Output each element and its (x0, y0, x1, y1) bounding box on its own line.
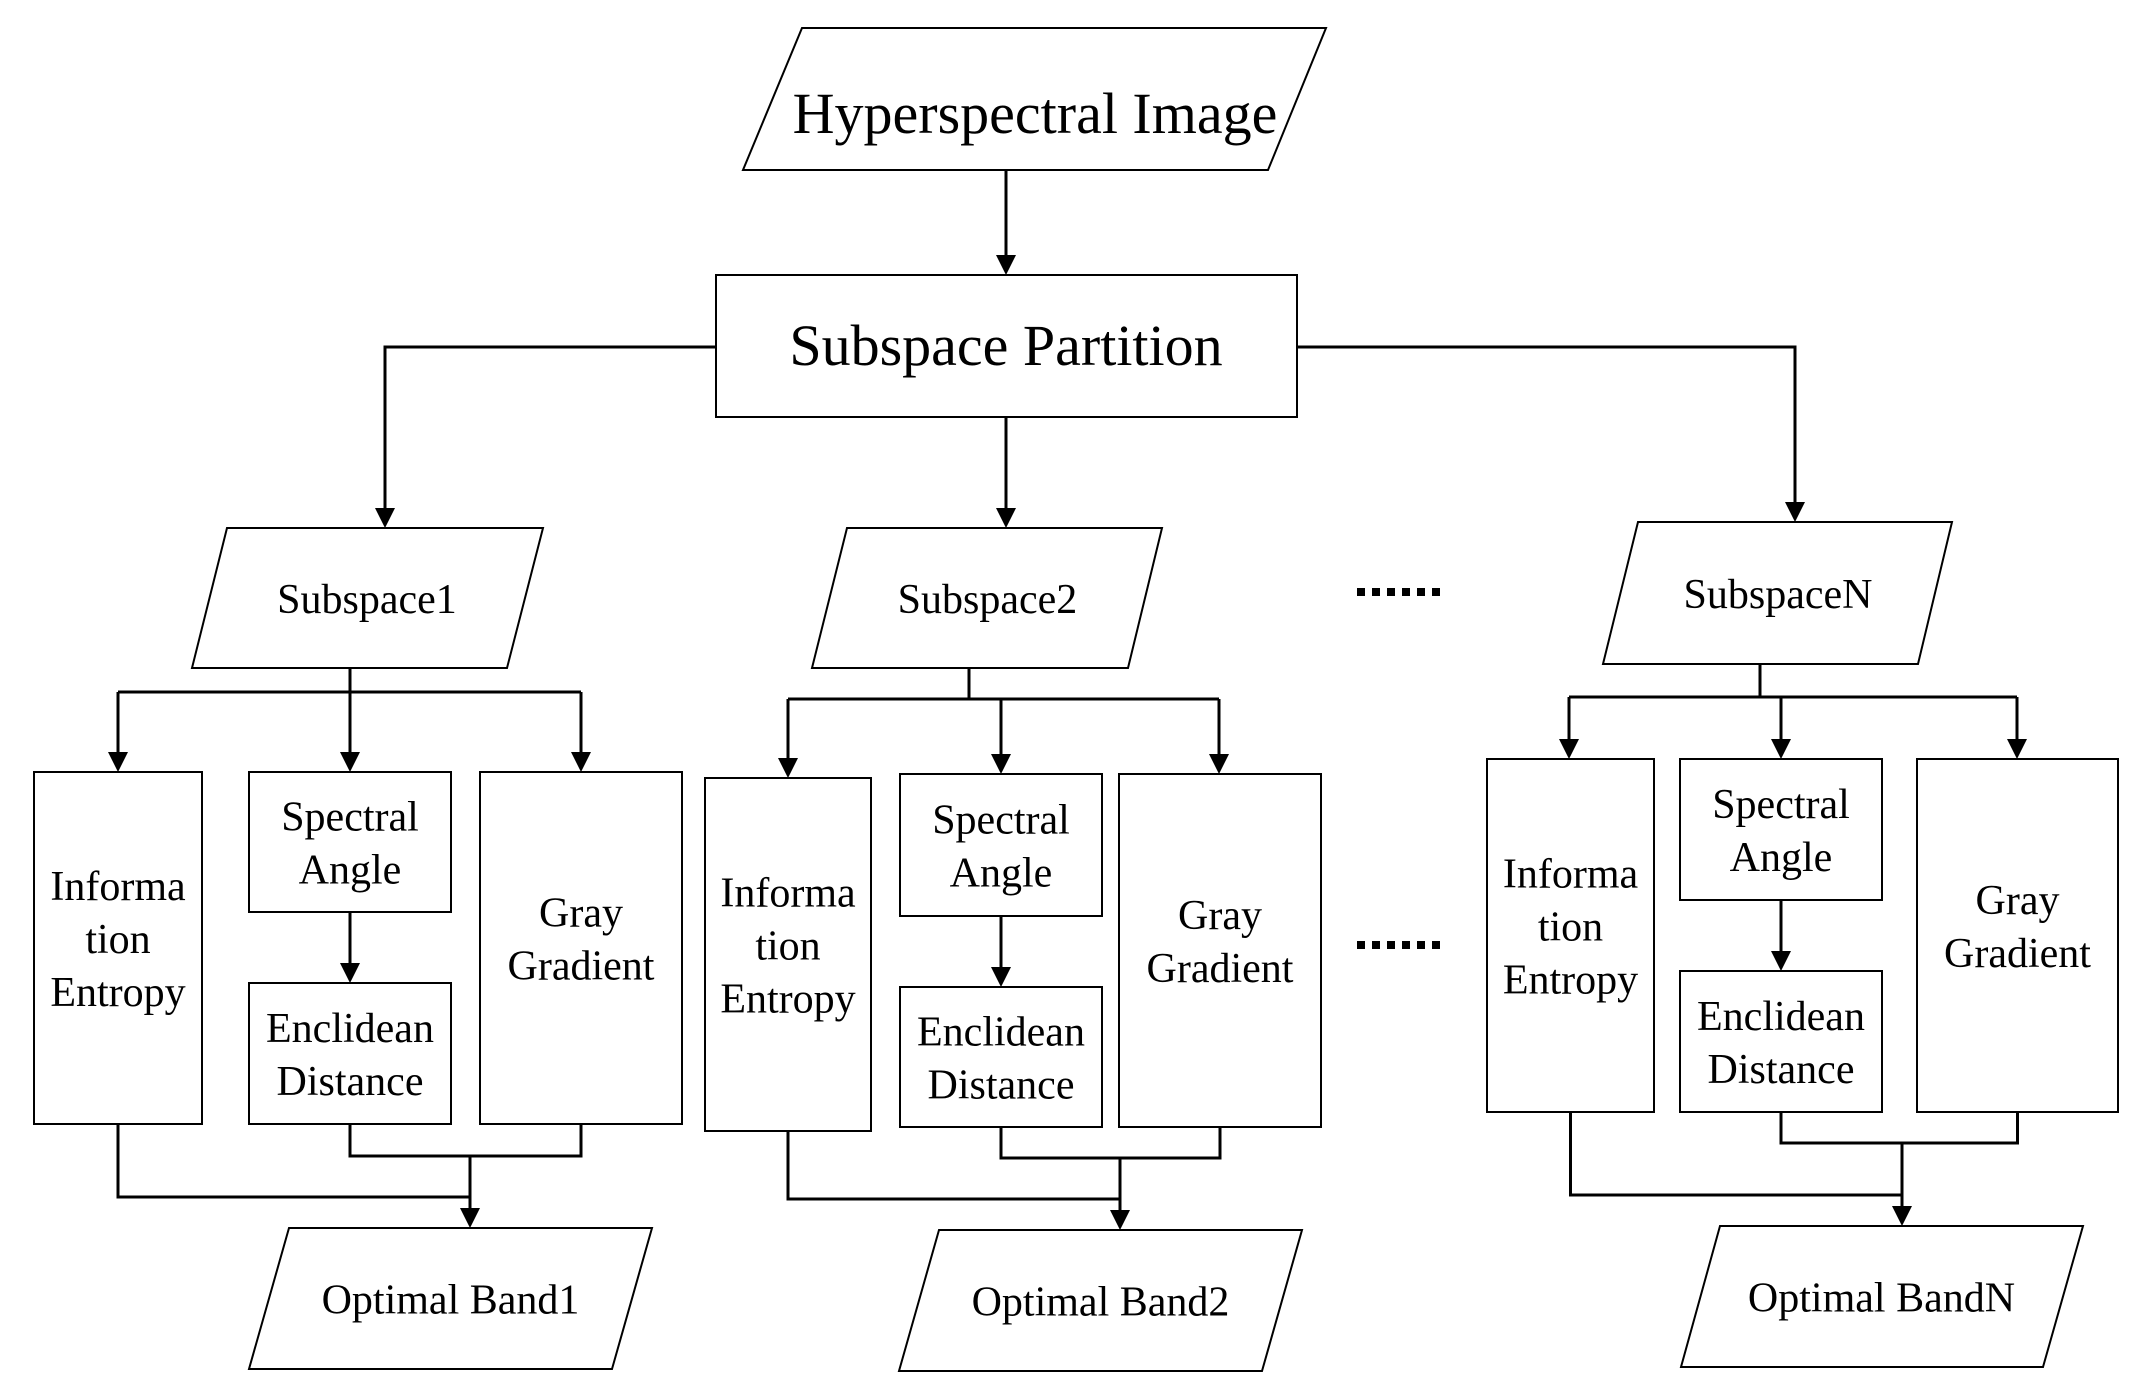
euclidean-distance-label-line: Enclidean (266, 1006, 434, 1052)
optimal-band-label: Optimal Band2 (972, 1280, 1230, 1326)
spectral-angle-label-line: Angle (1730, 835, 1833, 881)
connector-merge-inner (1779, 1112, 2019, 1145)
ellipsis-dot (1417, 588, 1425, 596)
information-entropy-label-line: tion (755, 924, 820, 970)
connector-merge-outer (786, 1131, 1120, 1201)
euclidean-distance-label-line: Enclidean (917, 1010, 1085, 1056)
information-entropy-label-line: tion (1538, 905, 1603, 951)
arrow-head-icon (108, 752, 128, 772)
connector-merge-inner (999, 1127, 1222, 1160)
hyperspectral-image-label: Hyperspectral Image (793, 81, 1278, 146)
ellipsis-upper (1357, 588, 1440, 596)
spectral-angle-label-line: Angle (950, 851, 1053, 897)
spectral-angle-label-line: Spectral (932, 798, 1070, 844)
subspace-label: Subspace1 (277, 577, 457, 623)
connector-subspace-stem (1758, 664, 1781, 699)
ellipsis-dot (1432, 941, 1440, 949)
arrow-head-icon (996, 508, 1016, 528)
arrow-head-icon (571, 752, 591, 772)
ellipsis-lower (1357, 941, 1440, 949)
arrow-head-icon (375, 508, 395, 528)
arrow-head-icon (1892, 1206, 1912, 1226)
ellipsis-dot (1402, 941, 1410, 949)
euclidean-distance-label-line: Distance (277, 1059, 424, 1105)
gray-gradient-label-line: Gray (1178, 893, 1262, 939)
arrow-head-icon (991, 967, 1011, 987)
gray-gradient-label-line: Gradient (1147, 946, 1294, 992)
gray-gradient-label-line: Gray (539, 891, 623, 937)
arrow-head-icon (1209, 754, 1229, 774)
flowchart: Hyperspectral Image Subspace Partition S… (33, 27, 2119, 1372)
ellipsis-dot (1357, 941, 1365, 949)
information-entropy-label-line: Informa (1503, 852, 1639, 898)
ellipsis-dot (1387, 588, 1395, 596)
ellipsis-dot (1372, 941, 1380, 949)
gray-gradient-label-line: Gradient (508, 944, 655, 990)
arrow-head-icon (460, 1208, 480, 1228)
arrow-head-icon (1785, 502, 1805, 522)
optimal-band-label: Optimal BandN (1748, 1276, 2015, 1322)
ellipsis-dot (1402, 588, 1410, 596)
euclidean-distance-label-line: Enclidean (1697, 994, 1865, 1040)
arrow-head-icon (1771, 739, 1791, 759)
connector-merge-inner (348, 1124, 583, 1158)
connector-partition-to-subspace1 (383, 345, 716, 508)
optimal-band-label: Optimal Band1 (322, 1278, 580, 1324)
information-entropy-label-line: tion (85, 917, 150, 963)
ellipsis-dot (1432, 588, 1440, 596)
gray-gradient-label-line: Gray (1976, 878, 2060, 924)
gray-gradient-label-line: Gradient (1944, 931, 2091, 977)
arrow-head-icon (340, 752, 360, 772)
euclidean-distance-label-line: Distance (928, 1063, 1075, 1109)
spectral-angle-label-line: Spectral (1712, 782, 1850, 828)
information-entropy-label-line: Informa (50, 864, 186, 910)
ellipsis-dot (1357, 588, 1365, 596)
arrow-head-icon (996, 255, 1016, 275)
ellipsis-dot (1372, 588, 1380, 596)
ellipsis-dot (1417, 941, 1425, 949)
information-entropy-label-line: Informa (720, 871, 856, 917)
column-1: Subspace1 Informa tion Entropy Spectral Angle… (33, 527, 683, 1370)
information-entropy-label-line: Entropy (720, 977, 855, 1023)
euclidean-distance-label-line: Distance (1708, 1047, 1855, 1093)
connector-merge-outer (116, 1124, 470, 1199)
spectral-angle-label-line: Angle (299, 848, 402, 894)
arrow-head-icon (778, 758, 798, 778)
column-3: SubspaceN Informa tion Entropy Spectral Angle… (1486, 521, 2119, 1368)
ellipsis-dot (1387, 941, 1395, 949)
arrow-head-icon (1559, 739, 1579, 759)
subspace-partition-label: Subspace Partition (789, 313, 1222, 378)
information-entropy-label-line: Entropy (1503, 958, 1638, 1004)
arrow-head-icon (340, 963, 360, 983)
column-2: Subspace2 Informa tion Entropy Spectral Angle… (704, 527, 1322, 1372)
arrow-head-icon (1110, 1210, 1130, 1230)
information-entropy-label-line: Entropy (50, 970, 185, 1016)
subspace-label: SubspaceN (1684, 572, 1873, 618)
arrow-head-icon (2007, 739, 2027, 759)
connector-partition-to-subspacen (1297, 345, 1797, 502)
arrow-head-icon (991, 754, 1011, 774)
arrow-head-icon (1771, 951, 1791, 971)
spectral-angle-label-line: Spectral (281, 795, 419, 841)
subspace-label: Subspace2 (898, 577, 1078, 623)
connector-merge-outer (1569, 1112, 1902, 1197)
